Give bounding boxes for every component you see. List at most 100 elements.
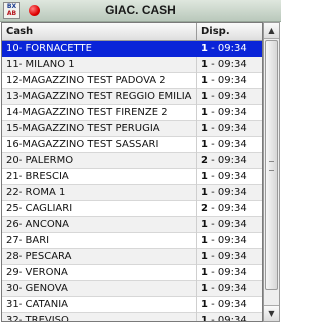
table-row[interactable]: 28- PESCARA 1 - 09:34 (2, 249, 262, 265)
cash-cell: 27- BARI (2, 233, 197, 249)
table-row[interactable]: 25- CAGLIARI 2 - 09:34 (2, 201, 262, 217)
table-row[interactable]: 22- ROMA 11 - 09:34 (2, 185, 262, 201)
cash-cell: 31- CATANIA (2, 297, 197, 313)
disp-time: - 09:34 (207, 123, 247, 134)
disp-cell: 1 - 09:34 (197, 169, 262, 185)
disp-quantity: 1 (201, 219, 208, 230)
disp-time: - 09:34 (207, 155, 247, 166)
disp-cell: 2 - 09:34 (197, 153, 262, 169)
disp-cell: 1 - 09:34 (197, 121, 262, 137)
table-row[interactable]: 13-MAGAZZINO TEST REGGIO EMILIA 1 - 09:34 (2, 89, 262, 105)
disp-cell: 1 - 09:34 (197, 105, 262, 121)
table-row[interactable]: 20- PALERMO 2 - 09:34 (2, 153, 262, 169)
cash-cell: 28- PESCARA (2, 249, 197, 265)
table-row[interactable]: 11- MILANO 11 - 09:34 (2, 57, 262, 73)
table-row[interactable]: 29- VERONA 1 - 09:34 (2, 265, 262, 281)
table-row[interactable]: 14-MAGAZZINO TEST FIRENZE 21 - 09:34 (2, 105, 262, 121)
disp-time: - 09:34 (207, 299, 247, 310)
disp-quantity: 1 (201, 251, 208, 262)
disp-quantity: 1 (201, 43, 208, 54)
disp-time: - 09:34 (207, 107, 247, 118)
disp-quantity: 2 (201, 155, 208, 166)
cash-cell: 10- FORNACETTE (2, 41, 197, 57)
table-row[interactable]: 15-MAGAZZINO TEST PERUGIA 1 - 09:34 (2, 121, 262, 137)
disp-time: - 09:34 (207, 91, 247, 102)
table-row[interactable]: 16-MAGAZZINO TEST SASSARI 1 - 09:34 (2, 137, 262, 153)
disp-time: - 09:34 (207, 283, 247, 294)
disp-quantity: 1 (201, 315, 208, 322)
disp-cell: 1 - 09:34 (197, 57, 262, 73)
disp-cell: 1 - 09:34 (197, 249, 262, 265)
table-row[interactable]: 30- GENOVA 1 - 09:34 (2, 281, 262, 297)
disp-quantity: 1 (201, 139, 208, 150)
cash-cell: 26- ANCONA (2, 217, 197, 233)
disp-time: - 09:34 (207, 251, 247, 262)
table-row[interactable]: 32- TREVISO 1 - 09:34 (2, 313, 262, 322)
cash-cell: 11- MILANO 1 (2, 57, 197, 73)
table-body: 10- FORNACETTE 1 - 09:34 11- MILANO 11 - 0… (2, 41, 262, 322)
cash-cell: 13-MAGAZZINO TEST REGGIO EMILIA (2, 89, 197, 105)
disp-time: - 09:34 (207, 267, 247, 278)
scroll-up-arrow-icon[interactable]: ▲ (264, 23, 279, 39)
cash-cell: 20- PALERMO (2, 153, 197, 169)
disp-cell: 1 - 09:34 (197, 185, 262, 201)
cash-cell: 25- CAGLIARI (2, 201, 197, 217)
disp-cell: 1 - 09:34 (197, 73, 262, 89)
column-header-cash[interactable]: Cash (2, 23, 197, 40)
column-header-disp[interactable]: Disp. (197, 23, 262, 40)
table-row[interactable]: 21- BRESCIA 1 - 09:34 (2, 169, 262, 185)
table-row[interactable]: 31- CATANIA 1 - 09:34 (2, 297, 262, 313)
scrollbar-grip-icon (269, 161, 274, 171)
disp-time: - 09:34 (207, 59, 247, 70)
disp-quantity: 1 (201, 299, 208, 310)
disp-time: - 09:34 (207, 235, 247, 246)
title-bar: BX AB GIAC. CASH (0, 0, 281, 22)
disp-quantity: 1 (201, 283, 208, 294)
disp-quantity: 1 (201, 235, 208, 246)
vertical-scrollbar[interactable]: ▲ ▼ (263, 22, 280, 322)
disp-quantity: 1 (201, 267, 208, 278)
cash-cell: 16-MAGAZZINO TEST SASSARI (2, 137, 197, 153)
scroll-down-arrow-icon[interactable]: ▼ (264, 305, 279, 321)
disp-cell: 1 - 09:34 (197, 265, 262, 281)
disp-quantity: 1 (201, 123, 208, 134)
disp-time: - 09:34 (207, 43, 247, 54)
table-row[interactable]: 26- ANCONA 1 - 09:34 (2, 217, 262, 233)
table-row[interactable]: 27- BARI 1 - 09:34 (2, 233, 262, 249)
disp-quantity: 1 (201, 171, 208, 182)
cash-cell: 29- VERONA (2, 265, 197, 281)
cash-cell: 12-MAGAZZINO TEST PADOVA 2 (2, 73, 197, 89)
disp-quantity: 1 (201, 187, 208, 198)
disp-quantity: 1 (201, 107, 208, 118)
disp-cell: 1 - 09:34 (197, 41, 262, 57)
disp-time: - 09:34 (207, 203, 247, 214)
disp-cell: 1 - 09:34 (197, 217, 262, 233)
table-row[interactable]: 10- FORNACETTE 1 - 09:34 (2, 41, 262, 57)
disp-cell: 1 - 09:34 (197, 313, 262, 322)
cash-cell: 22- ROMA 1 (2, 185, 197, 201)
disp-time: - 09:34 (207, 187, 247, 198)
disp-cell: 1 - 09:34 (197, 297, 262, 313)
disp-quantity: 1 (201, 91, 208, 102)
cash-cell: 30- GENOVA (2, 281, 197, 297)
disp-quantity: 1 (201, 75, 208, 86)
table-header: Cash Disp. (2, 23, 262, 41)
cash-cell: 32- TREVISO (2, 313, 197, 321)
disp-time: - 09:34 (207, 139, 247, 150)
scrollbar-thumb[interactable] (265, 40, 278, 290)
disp-time: - 09:34 (207, 75, 247, 86)
disp-cell: 1 - 09:34 (197, 89, 262, 105)
disp-quantity: 2 (201, 203, 208, 214)
disp-cell: 1 - 09:34 (197, 281, 262, 297)
disp-time: - 09:34 (207, 315, 247, 322)
disp-time: - 09:34 (207, 171, 247, 182)
disp-time: - 09:34 (207, 219, 247, 230)
table-row[interactable]: 12-MAGAZZINO TEST PADOVA 21 - 09:34 (2, 73, 262, 89)
cash-cell: 21- BRESCIA (2, 169, 197, 185)
window-title: GIAC. CASH (105, 3, 176, 17)
disp-cell: 2 - 09:34 (197, 201, 262, 217)
cash-cell: 15-MAGAZZINO TEST PERUGIA (2, 121, 197, 137)
disp-cell: 1 - 09:34 (197, 137, 262, 153)
disp-cell: 1 - 09:34 (197, 233, 262, 249)
cash-cell: 14-MAGAZZINO TEST FIRENZE 2 (2, 105, 197, 121)
